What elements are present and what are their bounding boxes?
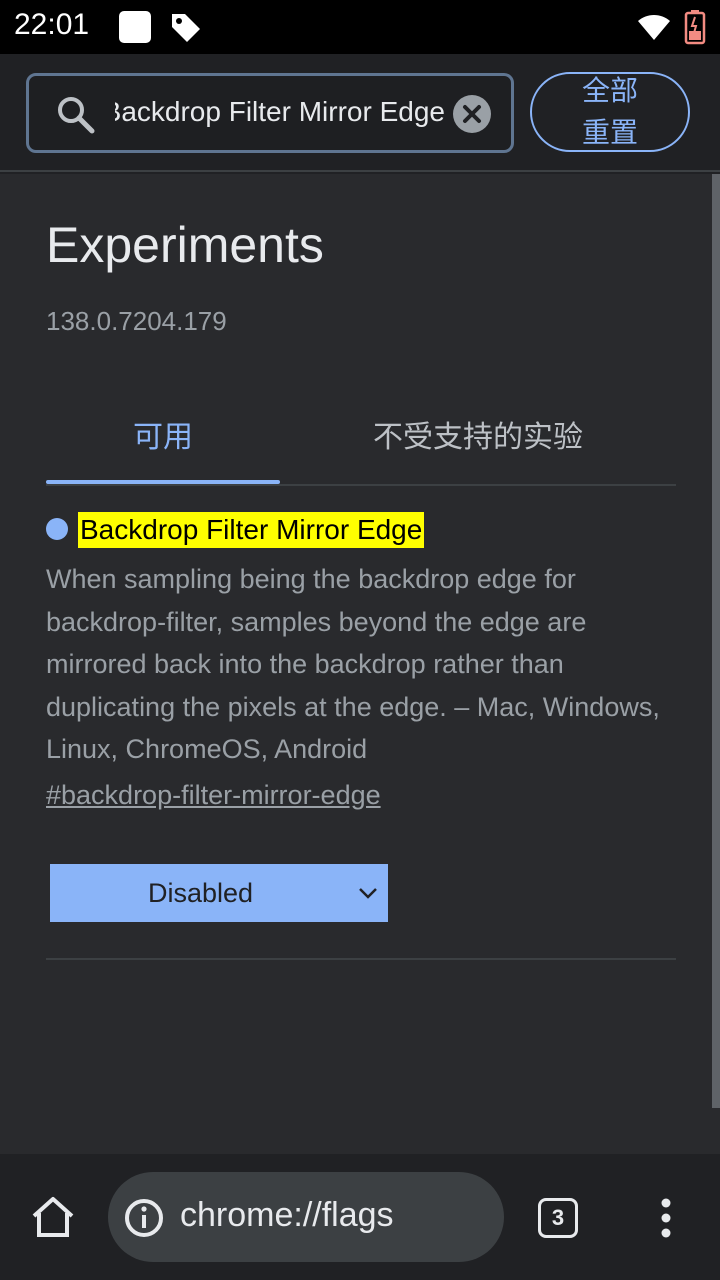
- reset-all-label: 全部重置: [581, 75, 638, 148]
- omnibox[interactable]: chrome://flags: [108, 1172, 504, 1262]
- clear-icon: [463, 105, 481, 123]
- wifi-icon: [638, 15, 670, 40]
- battery-icon: [684, 10, 706, 45]
- tab-selected-indicator: [46, 480, 280, 484]
- experiment-divider: [46, 958, 676, 960]
- search-icon: [58, 97, 95, 134]
- experiment-title: Backdrop Filter Mirror Edge: [78, 512, 425, 548]
- reset-all-button[interactable]: 全部重置: [530, 72, 690, 152]
- status-time: 22:01: [14, 8, 90, 41]
- search-field[interactable]: Backdrop Filter Mirror Edge: [26, 73, 514, 153]
- clear-search-button[interactable]: [453, 95, 491, 133]
- tag-icon: [172, 14, 200, 42]
- version-number: 138.0.7204.179: [46, 306, 227, 336]
- status-bar: 22:01: [0, 0, 720, 54]
- experiment-description: When sampling being the backdrop edge fo…: [46, 564, 660, 764]
- tab-switcher-button[interactable]: 3: [538, 1198, 578, 1238]
- select-value: Disabled: [148, 878, 254, 908]
- tab-available[interactable]: 可用: [46, 412, 280, 456]
- page-title: Experiments: [46, 217, 324, 273]
- url-text[interactable]: chrome://flags: [180, 1196, 394, 1235]
- square-notification-icon: [119, 11, 151, 43]
- more-menu-icon[interactable]: [656, 1198, 676, 1238]
- experiment-state-select[interactable]: Disabled: [50, 864, 388, 922]
- tab-divider: [46, 484, 676, 486]
- home-icon[interactable]: [30, 1196, 76, 1238]
- scrollbar[interactable]: [712, 174, 720, 1108]
- chevron-down-icon: [359, 888, 377, 899]
- experiment-link[interactable]: #backdrop-filter-mirror-edge: [46, 780, 381, 811]
- tab-unsupported[interactable]: 不受支持的实验: [300, 412, 656, 456]
- search-input[interactable]: Backdrop Filter Mirror Edge: [115, 96, 445, 128]
- experiment-status-dot: [46, 518, 68, 540]
- flags-content: Experiments 138.0.7204.179 可用 不受支持的实验 Ba…: [0, 174, 720, 1154]
- info-icon[interactable]: [124, 1198, 164, 1238]
- bottom-toolbar: chrome://flags 3: [0, 1154, 720, 1280]
